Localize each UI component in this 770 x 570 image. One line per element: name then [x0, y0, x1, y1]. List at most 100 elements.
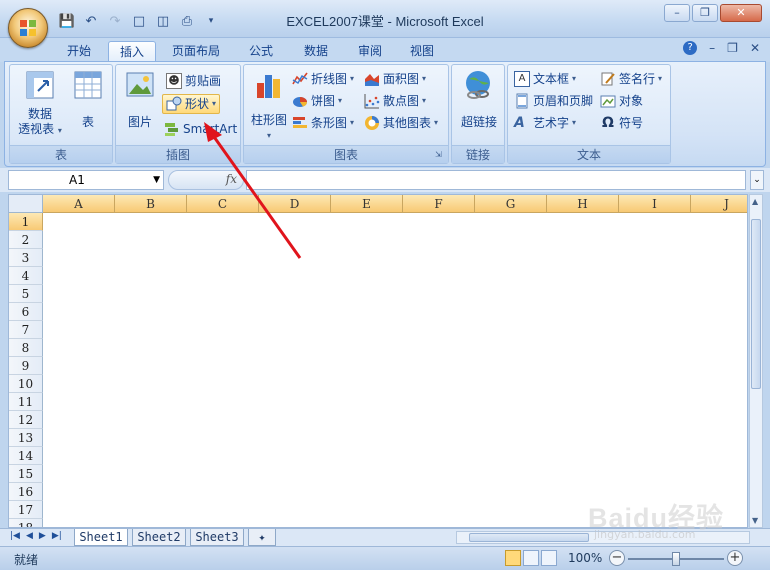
scroll-up-icon[interactable]: ▲: [752, 197, 758, 206]
ribbon-close-icon[interactable]: ✕: [750, 41, 760, 55]
horizontal-scroll-thumb[interactable]: [469, 533, 589, 542]
ribbon-restore-icon[interactable]: ❐: [727, 41, 738, 55]
row-header[interactable]: 11: [9, 393, 43, 411]
sheet-tab-2[interactable]: Sheet2: [132, 529, 186, 546]
other-charts-button[interactable]: 其他图表 ▾: [364, 113, 438, 133]
group-links-label: 链接: [452, 145, 504, 163]
ribbon-minimize-icon[interactable]: –: [709, 41, 715, 55]
row-header[interactable]: 18: [9, 519, 43, 527]
shapes-button[interactable]: 形状 ▾: [162, 94, 221, 114]
object-button[interactable]: 对象: [600, 91, 643, 111]
textbox-label: 文本框: [533, 72, 570, 86]
row-header[interactable]: 6: [9, 303, 43, 321]
hyperlink-button[interactable]: 超链接: [455, 69, 503, 130]
minimize-button[interactable]: –: [664, 4, 690, 22]
tab-review[interactable]: 审阅: [346, 41, 394, 62]
row-header[interactable]: 1: [9, 213, 43, 231]
row-header[interactable]: 14: [9, 447, 43, 465]
column-chart-icon: [257, 75, 280, 98]
column-header[interactable]: F: [403, 195, 475, 213]
first-sheet-icon[interactable]: |◀: [10, 531, 20, 541]
column-chart-button[interactable]: 柱形图 ▾: [247, 69, 291, 143]
column-header[interactable]: H: [547, 195, 619, 213]
row-header[interactable]: 13: [9, 429, 43, 447]
page-layout-view-icon[interactable]: [523, 550, 539, 566]
tab-view[interactable]: 视图: [398, 41, 446, 62]
column-header[interactable]: A: [43, 195, 115, 213]
select-all-corner[interactable]: [9, 195, 43, 213]
vertical-scrollbar[interactable]: ▲ ▼: [749, 194, 763, 528]
wordart-label: 艺术字: [533, 116, 570, 130]
vertical-scroll-thumb[interactable]: [751, 219, 761, 389]
close-button[interactable]: ✕: [720, 4, 762, 22]
bar-chart-caret-icon: ▾: [350, 118, 355, 127]
column-header[interactable]: B: [115, 195, 187, 213]
row-header[interactable]: 15: [9, 465, 43, 483]
expand-formula-bar-icon[interactable]: ⌄: [750, 170, 764, 190]
scatter-chart-button[interactable]: 散点图 ▾: [364, 91, 426, 111]
wordart-caret-icon: ▾: [572, 118, 577, 127]
symbol-button[interactable]: Ω 符号: [600, 113, 643, 133]
last-sheet-icon[interactable]: ▶|: [52, 531, 62, 541]
column-chart-caret-icon: ▾: [266, 131, 271, 140]
signature-line-button[interactable]: 签名行 ▾: [600, 69, 662, 89]
sheet-tab-3[interactable]: Sheet3: [190, 529, 244, 546]
office-button[interactable]: [8, 8, 48, 48]
zoom-slider-thumb[interactable]: [672, 552, 680, 566]
pivot-table-button[interactable]: 数据 透视表 ▾: [16, 69, 64, 138]
column-header[interactable]: J: [691, 195, 747, 213]
insert-sheet-tab[interactable]: ✦: [248, 529, 276, 546]
prev-sheet-icon[interactable]: ◀: [26, 531, 33, 541]
tab-insert[interactable]: 插入: [108, 41, 156, 62]
row-header[interactable]: 17: [9, 501, 43, 519]
line-chart-button[interactable]: 折线图 ▾: [292, 69, 354, 89]
column-header[interactable]: D: [259, 195, 331, 213]
smartart-button[interactable]: SmartArt: [164, 119, 237, 139]
column-header[interactable]: G: [475, 195, 547, 213]
normal-view-icon[interactable]: [505, 550, 521, 566]
charts-dialog-launcher-icon[interactable]: ⇲: [435, 150, 445, 160]
picture-button[interactable]: 图片: [120, 69, 160, 130]
name-box-dropdown-icon[interactable]: ▼: [153, 171, 160, 189]
tab-formulas[interactable]: 公式: [236, 41, 286, 62]
wordart-button[interactable]: A 艺术字 ▾: [514, 113, 576, 133]
zoom-in-icon[interactable]: +: [727, 550, 743, 566]
insert-function-icon[interactable]: fx: [226, 172, 237, 186]
worksheet-grid[interactable]: A B C D E F G H I J 1 2 3 4 5 6 7 8 9 10 11 12 13 14 15 16 17 18: [8, 194, 748, 528]
textbox-button[interactable]: A 文本框 ▾: [514, 69, 576, 89]
row-header[interactable]: 16: [9, 483, 43, 501]
row-header[interactable]: 7: [9, 321, 43, 339]
name-box[interactable]: A1 ▼: [8, 170, 164, 190]
zoom-level[interactable]: 100%: [568, 551, 602, 565]
page-break-view-icon[interactable]: [541, 550, 557, 566]
tab-page-layout[interactable]: 页面布局: [164, 41, 228, 62]
row-header[interactable]: 8: [9, 339, 43, 357]
row-header[interactable]: 9: [9, 357, 43, 375]
pie-chart-button[interactable]: 饼图 ▾: [292, 91, 342, 111]
row-header[interactable]: 5: [9, 285, 43, 303]
column-chart-label: 柱形图: [250, 113, 287, 127]
restore-button[interactable]: ❐: [692, 4, 718, 22]
horizontal-scrollbar[interactable]: [456, 531, 750, 544]
header-footer-button[interactable]: 页眉和页脚: [514, 91, 593, 111]
next-sheet-icon[interactable]: ▶: [39, 531, 46, 541]
column-header[interactable]: I: [619, 195, 691, 213]
table-button[interactable]: 表: [68, 69, 108, 130]
help-icon[interactable]: ?: [683, 41, 698, 55]
tab-home[interactable]: 开始: [56, 41, 102, 62]
area-chart-button[interactable]: 面积图 ▾: [364, 69, 426, 89]
scroll-down-icon[interactable]: ▼: [752, 516, 758, 525]
column-header[interactable]: C: [187, 195, 259, 213]
row-header[interactable]: 4: [9, 267, 43, 285]
row-header[interactable]: 10: [9, 375, 43, 393]
row-header[interactable]: 12: [9, 411, 43, 429]
column-header[interactable]: E: [331, 195, 403, 213]
tab-data[interactable]: 数据: [292, 41, 340, 62]
zoom-out-icon[interactable]: −: [609, 550, 625, 566]
bar-chart-button[interactable]: 条形图 ▾: [292, 113, 354, 133]
clipart-button[interactable]: ☻ 剪贴画: [166, 71, 221, 91]
row-header[interactable]: 3: [9, 249, 43, 267]
sheet-tab-1[interactable]: Sheet1: [74, 529, 128, 546]
row-header[interactable]: 2: [9, 231, 43, 249]
formula-input[interactable]: [246, 170, 746, 190]
